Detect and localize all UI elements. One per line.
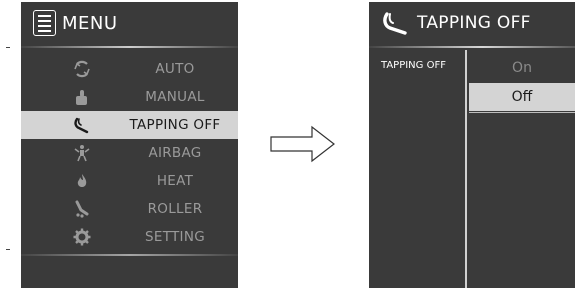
submenu-title: TAPPING OFF [417, 13, 531, 33]
option-on[interactable]: On [469, 54, 575, 82]
auto-cycle-icon [73, 60, 91, 78]
menu-item-label: AUTO [155, 61, 195, 77]
tapping-hand-icon [383, 12, 407, 35]
menu-bottom-divider [21, 254, 238, 256]
menu-header: MENU [21, 2, 238, 44]
edge-tick-mark [6, 47, 10, 48]
menu-item-auto[interactable]: AUTO [21, 55, 238, 83]
menu-item-label: AIRBAG [148, 145, 202, 161]
flame-icon [73, 172, 91, 190]
menu-item-label: ROLLER [147, 201, 203, 217]
menu-item-label: HEAT [156, 173, 194, 189]
option-divider [469, 112, 575, 113]
submenu-header: TAPPING OFF [369, 2, 575, 44]
menu-panel: MENU AUTO MANUAL TAPPING OFF AIRBAG HEAT… [21, 2, 238, 288]
menu-item-tapping-off[interactable]: TAPPING OFF [21, 111, 238, 139]
tapping-off-panel: TAPPING OFF TAPPING OFF On Off [369, 2, 575, 288]
foot-roller-icon [73, 200, 91, 218]
menu-list: AUTO MANUAL TAPPING OFF AIRBAG HEAT ROLL… [21, 55, 238, 251]
setting-label: TAPPING OFF [381, 60, 446, 71]
hand-thumb-icon [73, 88, 91, 106]
menu-item-airbag[interactable]: AIRBAG [21, 139, 238, 167]
option-off[interactable]: Off [469, 83, 575, 111]
menu-item-roller[interactable]: ROLLER [21, 195, 238, 223]
menu-item-manual[interactable]: MANUAL [21, 83, 238, 111]
menu-list-icon [33, 10, 56, 36]
edge-tick-mark [6, 249, 10, 250]
gear-icon [73, 228, 91, 246]
menu-item-label: TAPPING OFF [129, 117, 221, 133]
menu-divider [21, 46, 238, 48]
airbag-body-icon [73, 144, 91, 162]
menu-item-label: MANUAL [145, 89, 205, 105]
menu-item-label: SETTING [145, 229, 205, 245]
tapping-hand-icon [73, 116, 91, 134]
menu-item-heat[interactable]: HEAT [21, 167, 238, 195]
submenu-divider [369, 46, 575, 48]
column-divider [465, 50, 467, 288]
menu-title: MENU [62, 12, 118, 34]
right-arrow-icon [270, 125, 335, 163]
menu-item-setting[interactable]: SETTING [21, 223, 238, 251]
